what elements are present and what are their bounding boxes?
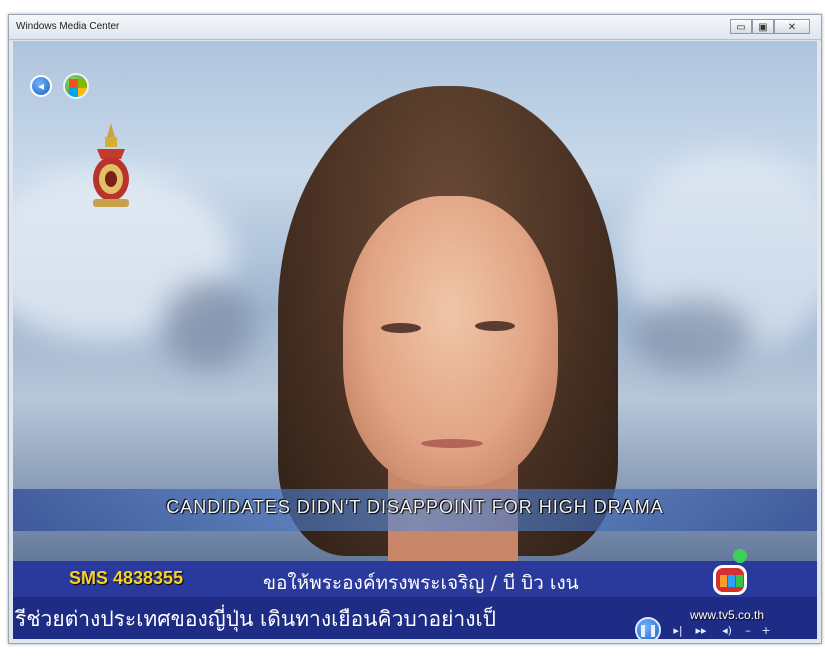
maximize-button[interactable]: ▣ bbox=[752, 19, 774, 34]
live-indicator bbox=[733, 549, 747, 563]
title-bar[interactable]: Windows Media Center ▭ ▣ ✕ bbox=[9, 15, 821, 40]
royal-seal-icon bbox=[93, 123, 129, 207]
news-caption: CANDIDATES DIDN'T DISAPPOINT FOR HIGH DR… bbox=[166, 497, 664, 517]
channel-url: www.tv5.co.th bbox=[690, 608, 765, 622]
pause-button[interactable]: ❚❚ bbox=[635, 617, 661, 639]
ticker-text-top: ขอให้พระองค์ทรงพระเจริญ / บี บิว เงน bbox=[263, 572, 579, 594]
minimize-button[interactable]: ▭ bbox=[730, 19, 752, 34]
window-title: Windows Media Center bbox=[16, 21, 120, 32]
windows-start-icon[interactable] bbox=[63, 73, 89, 99]
background-blur bbox=[163, 281, 253, 371]
presenter-eye bbox=[475, 321, 515, 331]
volume-down-button[interactable]: – bbox=[741, 623, 755, 639]
ticker-text-bottom: รีช่วยต่างประเทศของญี่ปุ่น เดินทางเยือนค… bbox=[15, 607, 496, 631]
sms-number: SMS 4838355 bbox=[69, 568, 184, 588]
background-blur bbox=[633, 301, 753, 371]
media-center-window: Windows Media Center ▭ ▣ ✕ ◂ CANDIDATES … bbox=[8, 14, 822, 644]
channel-logo-icon bbox=[713, 565, 747, 595]
presenter-mouth bbox=[421, 439, 483, 448]
back-arrow-icon[interactable]: ◂ bbox=[30, 75, 52, 97]
close-button[interactable]: ✕ bbox=[774, 19, 810, 34]
volume-up-button[interactable]: + bbox=[759, 623, 773, 639]
mute-button[interactable]: ◂) bbox=[717, 623, 737, 639]
fast-forward-button[interactable]: ▸▸ bbox=[691, 623, 711, 639]
presenter-eye bbox=[381, 323, 421, 333]
skip-forward-button[interactable]: ▸| bbox=[669, 623, 687, 639]
video-area[interactable]: ◂ CANDIDATES DIDN'T DISAPPOINT FOR HIGH … bbox=[13, 41, 817, 639]
